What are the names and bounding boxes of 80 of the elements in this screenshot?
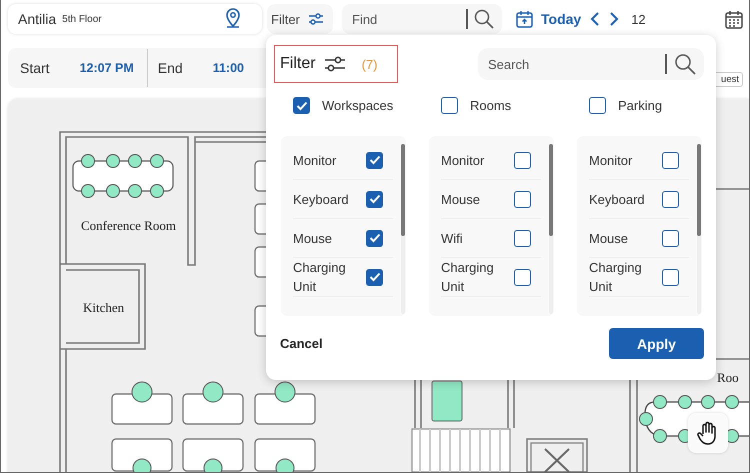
desk[interactable] bbox=[182, 438, 244, 472]
checkmark-icon bbox=[368, 194, 380, 204]
chevron-right-icon bbox=[609, 12, 620, 26]
scrollbar[interactable] bbox=[549, 144, 553, 314]
search-icon[interactable] bbox=[674, 53, 696, 75]
option-label: Charging Unit bbox=[441, 259, 495, 296]
checkbox-label: Workspaces bbox=[322, 98, 394, 113]
filter-title: Filter bbox=[280, 55, 316, 73]
option-label: Monitor bbox=[441, 152, 486, 170]
checkbox-label: Parking bbox=[618, 98, 662, 113]
pan-button[interactable] bbox=[688, 413, 728, 453]
checkbox[interactable] bbox=[662, 268, 679, 286]
cancel-button[interactable]: Cancel bbox=[280, 336, 323, 351]
desk[interactable] bbox=[254, 438, 316, 472]
calendar-icon bbox=[516, 10, 533, 28]
checkbox[interactable] bbox=[662, 152, 679, 168]
option-label: Monitor bbox=[589, 152, 634, 170]
checkbox[interactable] bbox=[514, 190, 531, 208]
option-label: Monitor bbox=[293, 152, 338, 170]
scrollbar[interactable] bbox=[697, 144, 701, 314]
date-text: 12 bbox=[631, 12, 646, 26]
checkbox[interactable] bbox=[366, 268, 383, 286]
conference-table[interactable] bbox=[72, 154, 174, 198]
checkbox[interactable] bbox=[589, 97, 606, 114]
checkbox[interactable] bbox=[366, 190, 383, 208]
checkmark-icon bbox=[296, 100, 308, 110]
map-pin-icon[interactable] bbox=[224, 7, 242, 31]
room-label: Kitchen bbox=[83, 300, 124, 315]
previous-button[interactable] bbox=[590, 12, 600, 26]
wall bbox=[507, 378, 515, 429]
checkbox[interactable] bbox=[514, 268, 531, 286]
option-label: Charging Unit bbox=[293, 259, 347, 296]
start-time[interactable]: 12:07 PM bbox=[80, 61, 134, 75]
desk[interactable] bbox=[182, 382, 244, 425]
checkmark-icon bbox=[368, 155, 380, 165]
wall bbox=[414, 378, 422, 429]
building-name: Antilia bbox=[18, 11, 56, 27]
option-label: Mouse bbox=[293, 230, 334, 248]
desk[interactable] bbox=[111, 382, 173, 425]
filter-count: (7) bbox=[362, 56, 378, 72]
filter-button[interactable]: Filter bbox=[267, 4, 333, 34]
checkbox[interactable] bbox=[662, 230, 679, 246]
find-field[interactable]: Find bbox=[342, 4, 502, 34]
floor-name: 5th Floor bbox=[62, 14, 102, 24]
option-label: Mouse bbox=[441, 190, 482, 208]
end-time[interactable]: 11:00 bbox=[212, 61, 244, 75]
checkbox[interactable] bbox=[366, 230, 383, 246]
next-button[interactable] bbox=[609, 12, 620, 26]
checkbox[interactable] bbox=[441, 97, 458, 114]
option-label: Keyboard bbox=[293, 190, 350, 208]
search-icon[interactable] bbox=[474, 9, 494, 29]
scrollbar[interactable] bbox=[401, 144, 405, 314]
room-label: Roo bbox=[717, 370, 739, 385]
parking-spot[interactable] bbox=[432, 380, 462, 422]
calendar-icon[interactable] bbox=[725, 10, 743, 28]
option-label: Keyboard bbox=[589, 190, 646, 208]
checkbox[interactable] bbox=[366, 152, 383, 168]
checkbox[interactable] bbox=[293, 97, 310, 114]
sliders-icon bbox=[308, 12, 324, 26]
checkbox[interactable] bbox=[514, 152, 531, 168]
room-label: Conference Room bbox=[81, 218, 176, 233]
checkbox[interactable] bbox=[662, 190, 679, 208]
start-label: Start bbox=[20, 60, 50, 76]
option-label: Wifi bbox=[441, 230, 464, 248]
chevron-left-icon bbox=[590, 12, 600, 26]
hand-icon bbox=[697, 421, 719, 445]
apply-button[interactable]: Apply bbox=[609, 328, 704, 359]
desk[interactable] bbox=[254, 382, 316, 425]
checkmark-icon bbox=[368, 233, 380, 243]
option-label: Mouse bbox=[589, 230, 630, 248]
today-button[interactable]: Today bbox=[516, 10, 582, 28]
checkbox[interactable] bbox=[514, 230, 531, 246]
desk[interactable] bbox=[111, 438, 173, 472]
location-card[interactable]: Antilia 5th Floor bbox=[8, 4, 262, 34]
checkbox-label: Rooms bbox=[470, 98, 512, 113]
option-label: Charging Unit bbox=[589, 259, 643, 296]
sliders-icon bbox=[324, 55, 346, 73]
end-label: End bbox=[158, 60, 183, 76]
search-field[interactable]: Search bbox=[478, 48, 704, 80]
checkmark-icon bbox=[368, 272, 380, 282]
